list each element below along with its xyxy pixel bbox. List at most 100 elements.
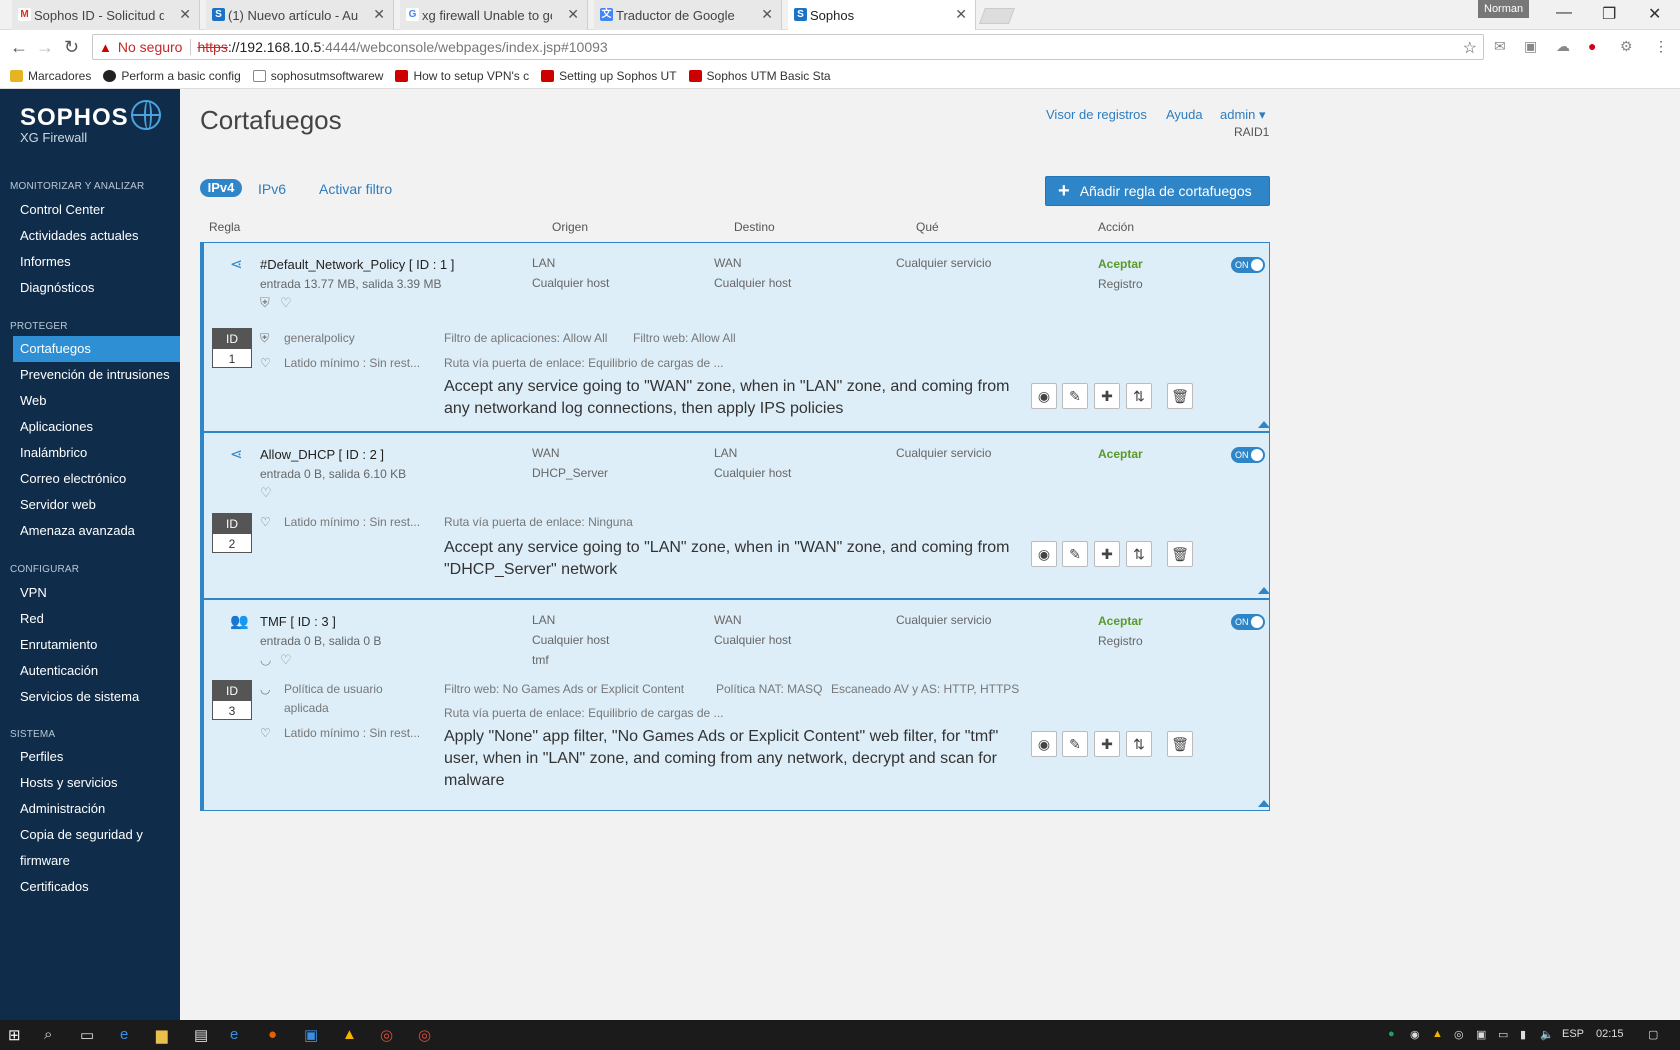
- sidebar-item-backup[interactable]: Copia de seguridad y: [20, 827, 143, 843]
- tray-app-icon[interactable]: ▣: [1476, 1028, 1486, 1041]
- bookmark-star-icon[interactable]: ☆: [1463, 38, 1477, 58]
- bookmark-item[interactable]: How to setup VPN's c: [395, 69, 529, 83]
- sidebar-item-diagnostics[interactable]: Diagnósticos: [20, 280, 94, 296]
- collapse-icon[interactable]: [1258, 800, 1270, 807]
- tray-chrome-icon[interactable]: ◎: [1454, 1028, 1464, 1041]
- add-firewall-rule-button[interactable]: + Añadir regla de cortafuegos: [1045, 176, 1270, 206]
- language-indicator[interactable]: ESP: [1562, 1028, 1584, 1040]
- notifications-icon[interactable]: ▢: [1648, 1028, 1658, 1041]
- sidebar-item-vpn[interactable]: VPN: [20, 585, 47, 601]
- eye-icon[interactable]: ◉: [1031, 383, 1057, 409]
- reload-icon[interactable]: ↻: [64, 37, 79, 58]
- google-drive-icon[interactable]: ▲: [342, 1026, 357, 1043]
- bookmark-item[interactable]: sophosutmsoftwarew: [252, 69, 383, 83]
- tab-ipv6[interactable]: IPv6: [258, 181, 286, 197]
- sidebar-item-web-server[interactable]: Servidor web: [20, 497, 96, 513]
- security-status[interactable]: No seguro: [118, 39, 183, 55]
- eye-icon[interactable]: ◉: [1031, 731, 1057, 757]
- delete-icon[interactable]: 🗑: [1167, 383, 1193, 409]
- user-menu[interactable]: admin ▾: [1220, 107, 1266, 123]
- eye-icon[interactable]: ◉: [1031, 541, 1057, 567]
- bookmark-item[interactable]: Perform a basic config: [103, 69, 241, 83]
- move-icon[interactable]: ⇅: [1126, 731, 1152, 757]
- sidebar-item-intrusion-prevention[interactable]: Prevención de intrusiones: [20, 367, 170, 383]
- sidebar-item-email[interactable]: Correo electrónico: [20, 471, 126, 487]
- sidebar-item-network[interactable]: Red: [20, 611, 44, 627]
- chrome-icon[interactable]: ◎: [418, 1026, 431, 1044]
- sidebar-item-profiles[interactable]: Perfiles: [20, 749, 63, 765]
- sidebar-item-firewall[interactable]: Cortafuegos: [13, 336, 180, 362]
- app-icon[interactable]: ▣: [304, 1026, 318, 1044]
- close-icon[interactable]: ✕: [179, 6, 191, 23]
- edit-icon[interactable]: ✎: [1062, 383, 1088, 409]
- file-explorer-icon[interactable]: ▆: [156, 1026, 168, 1044]
- browser-tab-0[interactable]: M Sophos ID - Solicitud de ✕: [12, 0, 200, 30]
- internet-explorer-icon[interactable]: e: [230, 1026, 238, 1043]
- sidebar-item-routing[interactable]: Enrutamiento: [20, 637, 97, 653]
- sidebar-item-control-center[interactable]: Control Center: [20, 202, 105, 218]
- network-icon[interactable]: ▭: [1498, 1028, 1508, 1041]
- firewall-rule-2[interactable]: ⋖ Allow_DHCP [ ID : 2 ] entrada 0 B, sal…: [200, 432, 1270, 599]
- firewall-rule-3[interactable]: 👥 TMF [ ID : 3 ] entrada 0 B, salida 0 B…: [200, 599, 1270, 811]
- close-icon[interactable]: ✕: [373, 6, 385, 23]
- tray-app-icon[interactable]: ◉: [1410, 1028, 1420, 1041]
- profile-button[interactable]: Norman: [1478, 0, 1530, 18]
- tab-ipv4[interactable]: IPv4: [200, 179, 242, 197]
- log-viewer-link[interactable]: Visor de registros: [1046, 107, 1147, 122]
- firefox-icon[interactable]: ●: [268, 1026, 277, 1043]
- add-icon[interactable]: ✚: [1094, 541, 1120, 567]
- sidebar-item-certificates[interactable]: Certificados: [20, 879, 89, 895]
- extension-icon[interactable]: ▣: [1524, 38, 1537, 55]
- close-window-icon[interactable]: ✕: [1648, 4, 1661, 24]
- edge-icon[interactable]: e: [120, 1026, 128, 1043]
- forward-icon[interactable]: →: [36, 37, 54, 58]
- sidebar-item-hosts-services[interactable]: Hosts y servicios: [20, 775, 118, 791]
- search-icon[interactable]: ⌕: [44, 1026, 52, 1043]
- task-view-icon[interactable]: ▭: [80, 1026, 94, 1044]
- rule-enable-toggle[interactable]: ON: [1231, 614, 1265, 630]
- edit-icon[interactable]: ✎: [1062, 541, 1088, 567]
- sidebar-item-system-services[interactable]: Servicios de sistema: [20, 689, 139, 705]
- address-bar[interactable]: ▲ No seguro https://192.168.10.5:4444/we…: [92, 34, 1484, 60]
- tray-drive-icon[interactable]: ▲: [1432, 1028, 1443, 1040]
- delete-icon[interactable]: 🗑: [1167, 731, 1193, 757]
- volume-icon[interactable]: 🔈: [1540, 1028, 1554, 1041]
- sidebar-item-current-activities[interactable]: Actividades actuales: [20, 228, 139, 244]
- sidebar-item-reports[interactable]: Informes: [20, 254, 71, 270]
- browser-tab-2[interactable]: G xg firewall Unable to get ✕: [400, 0, 588, 30]
- sidebar-item-authentication[interactable]: Autenticación: [20, 663, 98, 679]
- sidebar-item-firmware[interactable]: firmware: [20, 853, 70, 869]
- mail-extension-icon[interactable]: ✉: [1494, 38, 1506, 55]
- close-icon[interactable]: ✕: [567, 6, 579, 23]
- menu-icon[interactable]: ⋮: [1654, 38, 1668, 55]
- clock[interactable]: 02:15: [1596, 1028, 1624, 1040]
- browser-tab-1[interactable]: S (1) Nuevo artículo - Auth ✕: [206, 0, 394, 30]
- sidebar-item-wireless[interactable]: Inalámbrico: [20, 445, 87, 461]
- cloud-extension-icon[interactable]: ☁: [1556, 38, 1570, 55]
- sidebar-item-web[interactable]: Web: [20, 393, 47, 409]
- store-icon[interactable]: ▤: [194, 1026, 208, 1044]
- tray-app-icon[interactable]: ●: [1388, 1028, 1395, 1040]
- delete-icon[interactable]: 🗑: [1167, 541, 1193, 567]
- battery-icon[interactable]: ▮: [1520, 1028, 1526, 1041]
- edit-icon[interactable]: ✎: [1062, 731, 1088, 757]
- restore-icon[interactable]: ❐: [1602, 4, 1616, 24]
- back-icon[interactable]: ←: [10, 37, 28, 58]
- add-icon[interactable]: ✚: [1094, 731, 1120, 757]
- pinterest-icon[interactable]: ●: [1588, 38, 1596, 54]
- close-icon[interactable]: ✕: [761, 6, 773, 23]
- minimize-icon[interactable]: —: [1556, 4, 1572, 22]
- help-link[interactable]: Ayuda: [1166, 107, 1203, 122]
- close-icon[interactable]: ✕: [955, 6, 967, 23]
- new-tab-button[interactable]: [979, 8, 1015, 24]
- collapse-icon[interactable]: [1258, 587, 1270, 594]
- extension-off-icon[interactable]: ⚙: [1620, 38, 1633, 55]
- collapse-icon[interactable]: [1258, 421, 1270, 428]
- browser-tab-3[interactable]: 文 Traductor de Google ✕: [594, 0, 782, 30]
- bookmark-item[interactable]: Sophos UTM Basic Sta: [688, 69, 831, 83]
- filter-toggle-link[interactable]: Activar filtro: [319, 181, 392, 197]
- bookmark-item[interactable]: Setting up Sophos UT: [541, 69, 677, 83]
- chrome-icon[interactable]: ◎: [380, 1026, 393, 1044]
- brand-logo[interactable]: SOPHOS: [20, 104, 129, 132]
- sidebar-item-applications[interactable]: Aplicaciones: [20, 419, 93, 435]
